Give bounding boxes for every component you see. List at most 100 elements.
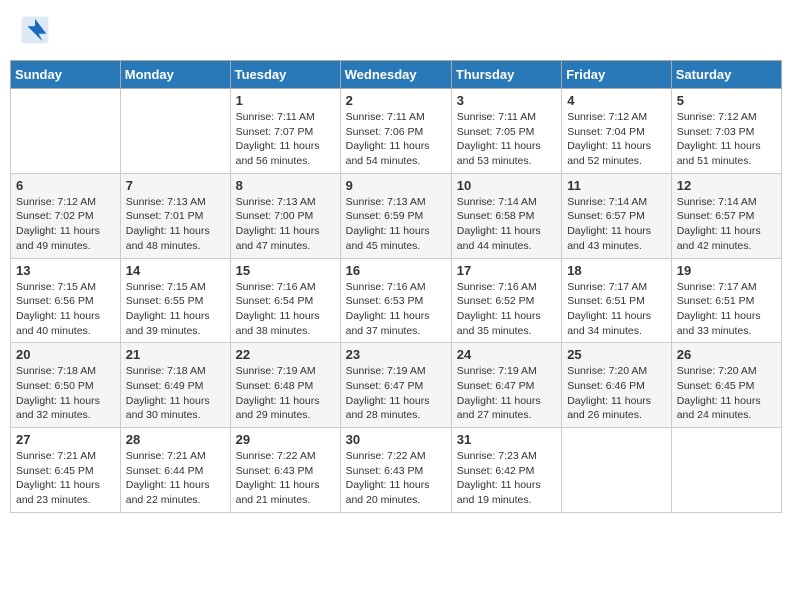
calendar-cell: 9 Sunrise: 7:13 AM Sunset: 6:59 PM Daylig… xyxy=(340,173,451,258)
day-info: Sunrise: 7:21 AM Sunset: 6:44 PM Dayligh… xyxy=(126,449,225,508)
calendar-cell: 20 Sunrise: 7:18 AM Sunset: 6:50 PM Dayli… xyxy=(11,343,121,428)
day-header-friday: Friday xyxy=(562,61,672,89)
calendar-week-5: 27 Sunrise: 7:21 AM Sunset: 6:45 PM Dayli… xyxy=(11,428,782,513)
calendar-cell: 31 Sunrise: 7:23 AM Sunset: 6:42 PM Dayli… xyxy=(451,428,561,513)
day-number: 2 xyxy=(346,93,446,108)
day-info: Sunrise: 7:18 AM Sunset: 6:49 PM Dayligh… xyxy=(126,364,225,423)
day-number: 1 xyxy=(236,93,335,108)
calendar-cell: 12 Sunrise: 7:14 AM Sunset: 6:57 PM Dayli… xyxy=(671,173,781,258)
day-number: 18 xyxy=(567,263,666,278)
day-header-saturday: Saturday xyxy=(671,61,781,89)
calendar-week-3: 13Sunrise: 7:15 AM Sunset: 6:56 PM Dayli… xyxy=(11,258,782,343)
day-header-monday: Monday xyxy=(120,61,230,89)
calendar-cell: 5 Sunrise: 7:12 AM Sunset: 7:03 PM Daylig… xyxy=(671,89,781,174)
day-number: 20 xyxy=(16,347,115,362)
day-info: Sunrise: 7:13 AM Sunset: 6:59 PM Dayligh… xyxy=(346,195,446,254)
day-info: Sunrise: 7:21 AM Sunset: 6:45 PM Dayligh… xyxy=(16,449,115,508)
day-info: Sunrise: 7:14 AM Sunset: 6:57 PM Dayligh… xyxy=(677,195,776,254)
day-info: Sunrise: 7:13 AM Sunset: 7:01 PM Dayligh… xyxy=(126,195,225,254)
day-number: 16 xyxy=(346,263,446,278)
day-info: Sunrise: 7:15 AM Sunset: 6:55 PM Dayligh… xyxy=(126,280,225,339)
day-info: Sunrise: 7:22 AM Sunset: 6:43 PM Dayligh… xyxy=(346,449,446,508)
calendar-cell: 26Sunrise: 7:20 AM Sunset: 6:45 PM Dayli… xyxy=(671,343,781,428)
calendar-week-4: 20 Sunrise: 7:18 AM Sunset: 6:50 PM Dayli… xyxy=(11,343,782,428)
calendar-header-row: SundayMondayTuesdayWednesdayThursdayFrid… xyxy=(11,61,782,89)
day-number: 19 xyxy=(677,263,776,278)
day-info: Sunrise: 7:11 AM Sunset: 7:05 PM Dayligh… xyxy=(457,110,556,169)
day-number: 24 xyxy=(457,347,556,362)
calendar-week-1: 1 Sunrise: 7:11 AM Sunset: 7:07 PM Daylig… xyxy=(11,89,782,174)
day-info: Sunrise: 7:12 AM Sunset: 7:04 PM Dayligh… xyxy=(567,110,666,169)
day-number: 14 xyxy=(126,263,225,278)
day-info: Sunrise: 7:11 AM Sunset: 7:07 PM Dayligh… xyxy=(236,110,335,169)
day-header-thursday: Thursday xyxy=(451,61,561,89)
day-number: 7 xyxy=(126,178,225,193)
calendar-cell: 1 Sunrise: 7:11 AM Sunset: 7:07 PM Daylig… xyxy=(230,89,340,174)
day-number: 8 xyxy=(236,178,335,193)
day-number: 27 xyxy=(16,432,115,447)
day-info: Sunrise: 7:20 AM Sunset: 6:46 PM Dayligh… xyxy=(567,364,666,423)
day-number: 9 xyxy=(346,178,446,193)
page-header xyxy=(10,10,782,50)
day-number: 29 xyxy=(236,432,335,447)
calendar-cell xyxy=(11,89,121,174)
day-info: Sunrise: 7:15 AM Sunset: 6:56 PM Dayligh… xyxy=(16,280,115,339)
day-number: 4 xyxy=(567,93,666,108)
day-number: 23 xyxy=(346,347,446,362)
calendar-cell xyxy=(562,428,672,513)
day-number: 11 xyxy=(567,178,666,193)
logo xyxy=(20,15,52,45)
calendar-cell: 11 Sunrise: 7:14 AM Sunset: 6:57 PM Dayli… xyxy=(562,173,672,258)
day-number: 21 xyxy=(126,347,225,362)
calendar-cell: 27 Sunrise: 7:21 AM Sunset: 6:45 PM Dayli… xyxy=(11,428,121,513)
calendar-cell: 6 Sunrise: 7:12 AM Sunset: 7:02 PM Daylig… xyxy=(11,173,121,258)
day-info: Sunrise: 7:19 AM Sunset: 6:48 PM Dayligh… xyxy=(236,364,335,423)
calendar-cell xyxy=(671,428,781,513)
calendar-cell: 7 Sunrise: 7:13 AM Sunset: 7:01 PM Daylig… xyxy=(120,173,230,258)
day-info: Sunrise: 7:23 AM Sunset: 6:42 PM Dayligh… xyxy=(457,449,556,508)
day-number: 3 xyxy=(457,93,556,108)
day-info: Sunrise: 7:12 AM Sunset: 7:03 PM Dayligh… xyxy=(677,110,776,169)
day-info: Sunrise: 7:16 AM Sunset: 6:53 PM Dayligh… xyxy=(346,280,446,339)
day-header-tuesday: Tuesday xyxy=(230,61,340,89)
day-number: 26 xyxy=(677,347,776,362)
calendar-cell: 24Sunrise: 7:19 AM Sunset: 6:47 PM Dayli… xyxy=(451,343,561,428)
calendar-cell: 22Sunrise: 7:19 AM Sunset: 6:48 PM Dayli… xyxy=(230,343,340,428)
day-number: 17 xyxy=(457,263,556,278)
day-info: Sunrise: 7:14 AM Sunset: 6:57 PM Dayligh… xyxy=(567,195,666,254)
calendar-cell: 30Sunrise: 7:22 AM Sunset: 6:43 PM Dayli… xyxy=(340,428,451,513)
calendar-cell: 13Sunrise: 7:15 AM Sunset: 6:56 PM Dayli… xyxy=(11,258,121,343)
calendar-cell: 25 Sunrise: 7:20 AM Sunset: 6:46 PM Dayli… xyxy=(562,343,672,428)
day-info: Sunrise: 7:16 AM Sunset: 6:52 PM Dayligh… xyxy=(457,280,556,339)
day-header-wednesday: Wednesday xyxy=(340,61,451,89)
day-info: Sunrise: 7:17 AM Sunset: 6:51 PM Dayligh… xyxy=(567,280,666,339)
day-number: 28 xyxy=(126,432,225,447)
calendar-cell: 23 Sunrise: 7:19 AM Sunset: 6:47 PM Dayli… xyxy=(340,343,451,428)
day-info: Sunrise: 7:17 AM Sunset: 6:51 PM Dayligh… xyxy=(677,280,776,339)
calendar-cell: 2 Sunrise: 7:11 AM Sunset: 7:06 PM Daylig… xyxy=(340,89,451,174)
calendar-table: SundayMondayTuesdayWednesdayThursdayFrid… xyxy=(10,60,782,513)
calendar-cell: 8Sunrise: 7:13 AM Sunset: 7:00 PM Daylig… xyxy=(230,173,340,258)
day-number: 5 xyxy=(677,93,776,108)
calendar-cell: 15Sunrise: 7:16 AM Sunset: 6:54 PM Dayli… xyxy=(230,258,340,343)
calendar-cell: 18 Sunrise: 7:17 AM Sunset: 6:51 PM Dayli… xyxy=(562,258,672,343)
day-number: 12 xyxy=(677,178,776,193)
calendar-cell: 10Sunrise: 7:14 AM Sunset: 6:58 PM Dayli… xyxy=(451,173,561,258)
calendar-week-2: 6 Sunrise: 7:12 AM Sunset: 7:02 PM Daylig… xyxy=(11,173,782,258)
day-info: Sunrise: 7:22 AM Sunset: 6:43 PM Dayligh… xyxy=(236,449,335,508)
calendar-cell: 4 Sunrise: 7:12 AM Sunset: 7:04 PM Daylig… xyxy=(562,89,672,174)
day-header-sunday: Sunday xyxy=(11,61,121,89)
day-info: Sunrise: 7:12 AM Sunset: 7:02 PM Dayligh… xyxy=(16,195,115,254)
day-info: Sunrise: 7:11 AM Sunset: 7:06 PM Dayligh… xyxy=(346,110,446,169)
calendar-cell: 29 Sunrise: 7:22 AM Sunset: 6:43 PM Dayli… xyxy=(230,428,340,513)
day-number: 15 xyxy=(236,263,335,278)
day-info: Sunrise: 7:19 AM Sunset: 6:47 PM Dayligh… xyxy=(346,364,446,423)
day-number: 31 xyxy=(457,432,556,447)
calendar-cell: 28 Sunrise: 7:21 AM Sunset: 6:44 PM Dayli… xyxy=(120,428,230,513)
day-info: Sunrise: 7:14 AM Sunset: 6:58 PM Dayligh… xyxy=(457,195,556,254)
day-info: Sunrise: 7:18 AM Sunset: 6:50 PM Dayligh… xyxy=(16,364,115,423)
day-number: 6 xyxy=(16,178,115,193)
calendar-cell: 19 Sunrise: 7:17 AM Sunset: 6:51 PM Dayli… xyxy=(671,258,781,343)
calendar-cell: 3 Sunrise: 7:11 AM Sunset: 7:05 PM Daylig… xyxy=(451,89,561,174)
day-number: 25 xyxy=(567,347,666,362)
